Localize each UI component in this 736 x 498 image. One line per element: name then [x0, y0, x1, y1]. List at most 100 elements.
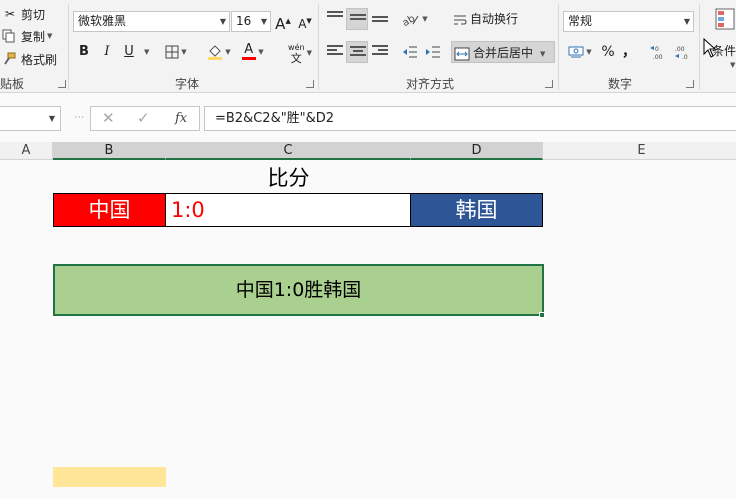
chevron-down-icon: ▼ — [258, 48, 264, 56]
shrink-font-button[interactable]: A▼ — [296, 10, 314, 32]
svg-text:.0: .0 — [682, 54, 688, 60]
group-divider — [558, 4, 559, 90]
column-header-b[interactable]: B — [53, 142, 166, 160]
chevron-down-icon: ▼ — [225, 48, 231, 56]
align-middle-button[interactable] — [346, 8, 368, 30]
borders-button[interactable]: ▼ — [162, 41, 190, 63]
group-divider — [699, 4, 700, 90]
fill-handle[interactable] — [539, 312, 545, 318]
title-cell[interactable]: 比分 — [166, 163, 411, 193]
font-color-icon: A — [242, 42, 257, 62]
align-top-button[interactable] — [324, 8, 346, 30]
chevron-down-icon: ▼ — [219, 17, 226, 26]
copy-button[interactable]: 复制 ▼ — [2, 26, 52, 46]
chevron-down-icon: ▼ — [422, 15, 428, 23]
increase-indent-icon — [425, 45, 441, 59]
font-size-select[interactable]: 16 ▼ — [231, 11, 271, 32]
format-painter-button[interactable]: 格式刷 — [2, 49, 57, 69]
formula-input[interactable]: =B2&C2&"胜"&D2 — [204, 106, 736, 131]
font-launcher-icon[interactable] — [306, 80, 314, 88]
chevron-down-icon: ▼ — [540, 49, 546, 58]
chevron-down-icon: ▼ — [181, 48, 187, 56]
font-name-select[interactable]: 微软雅黑 ▼ — [73, 11, 230, 32]
wrap-text-icon — [453, 13, 467, 27]
alignment-group-label: 对齐方式 — [406, 77, 455, 91]
font-color-button[interactable]: A ▼ — [238, 41, 268, 63]
percent-style-button[interactable]: % — [598, 41, 618, 63]
grow-font-button[interactable]: A▲ — [274, 10, 292, 33]
team-a-cell[interactable]: 中国 — [53, 193, 166, 227]
clipboard-launcher-icon[interactable] — [58, 80, 66, 88]
wrap-text-button[interactable]: 自动换行 — [451, 8, 527, 30]
column-header-c[interactable]: C — [166, 142, 411, 160]
decrease-indent-button[interactable] — [399, 41, 421, 63]
increase-decimal-button[interactable]: 0.00 — [648, 41, 670, 63]
orientation-button[interactable]: ab ▼ — [399, 8, 431, 30]
svg-text:.00: .00 — [675, 46, 685, 53]
bold-button[interactable]: B — [76, 41, 92, 63]
svg-text:0: 0 — [655, 46, 659, 53]
decrease-decimal-icon: .00.0 — [673, 44, 693, 60]
group-divider — [68, 4, 69, 90]
phonetic-icon: wén 文 — [288, 43, 305, 65]
formula-buttons: ✕ ✓ fx — [90, 106, 200, 131]
chevron-down-icon[interactable]: ▼ — [47, 32, 52, 40]
align-center-icon — [350, 46, 366, 60]
italic-button[interactable]: I — [99, 41, 115, 63]
name-box[interactable]: ▼ — [0, 106, 61, 131]
borders-icon — [165, 45, 179, 59]
chevron-down-icon[interactable]: ▼ — [144, 48, 149, 56]
align-middle-icon — [350, 14, 366, 28]
merge-cells-icon — [454, 47, 470, 61]
cancel-icon[interactable]: ✕ — [102, 109, 115, 127]
formula-bar-splitter[interactable]: ⋮ — [73, 112, 84, 122]
fill-color-button[interactable]: ▼ — [204, 41, 234, 63]
align-right-button[interactable] — [369, 41, 391, 63]
align-bottom-button[interactable] — [369, 8, 391, 30]
merge-center-button[interactable]: 合并后居中 ▼ — [451, 41, 555, 63]
scissors-icon: ✂ — [4, 7, 16, 21]
mouse-cursor-icon — [703, 38, 717, 58]
comma-style-button[interactable]: ， — [620, 41, 638, 63]
svg-text:ab: ab — [402, 13, 417, 26]
underline-button[interactable]: U — [120, 41, 138, 63]
clipboard-group-label: 贴板 — [0, 77, 25, 91]
align-bottom-icon — [372, 16, 388, 30]
formula-bar: ▼ ⋮ ✕ ✓ fx =B2&C2&"胜"&D2 — [0, 103, 736, 133]
svg-text:.00: .00 — [653, 54, 663, 60]
align-left-icon — [327, 45, 343, 59]
insert-function-icon[interactable]: fx — [175, 111, 187, 126]
accounting-format-button[interactable]: ▼ — [564, 41, 596, 63]
enter-check-icon[interactable]: ✓ — [137, 109, 150, 127]
increase-indent-button[interactable] — [422, 41, 444, 63]
alignment-launcher-icon[interactable] — [545, 80, 553, 88]
chevron-down-icon: ▼ — [306, 48, 312, 57]
chevron-down-icon: ▼ — [586, 48, 592, 56]
align-left-button[interactable] — [324, 41, 346, 63]
cut-button[interactable]: ✂ 剪切 — [2, 4, 45, 24]
chevron-down-icon: ▼ — [730, 61, 736, 69]
chevron-down-icon: ▼ — [260, 17, 267, 26]
align-center-button[interactable] — [346, 41, 368, 63]
team-b-cell[interactable]: 韩国 — [410, 193, 543, 227]
decrease-decimal-icon-button[interactable]: .00.0 — [672, 41, 694, 63]
chevron-down-icon[interactable]: ▼ — [49, 114, 55, 123]
number-format-select[interactable]: 常规 ▼ — [563, 11, 694, 32]
column-header-d[interactable]: D — [411, 142, 543, 160]
column-header-a[interactable]: A — [0, 142, 53, 160]
align-top-icon — [327, 11, 343, 25]
currency-icon — [568, 45, 584, 59]
brush-icon — [2, 52, 18, 66]
font-group-label: 字体 — [175, 77, 200, 91]
number-launcher-icon[interactable] — [686, 80, 694, 88]
orientation-icon: ab — [402, 12, 420, 26]
column-header-e[interactable]: E — [543, 142, 736, 160]
copy-icon — [2, 29, 18, 43]
phonetic-guide-button[interactable]: wén 文 ▼ — [283, 41, 317, 65]
align-right-icon — [372, 45, 388, 59]
highlighted-cell[interactable] — [53, 467, 166, 487]
result-cell-selected[interactable]: 中国1:0胜韩国 — [53, 264, 544, 316]
decrease-indent-icon — [402, 45, 418, 59]
group-divider — [318, 4, 319, 90]
score-cell[interactable]: 1:0 — [165, 193, 411, 227]
